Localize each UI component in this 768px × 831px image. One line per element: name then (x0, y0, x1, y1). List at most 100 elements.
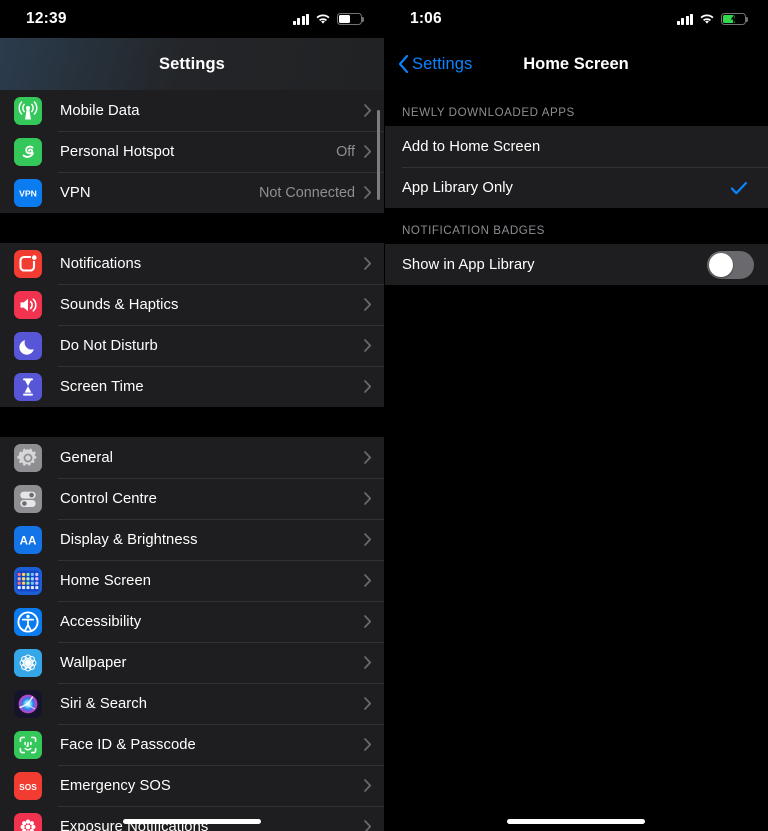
chevron-right-icon (364, 820, 372, 831)
display-brightness-icon: AA (14, 525, 42, 554)
settings-row-label: Home Screen (60, 572, 152, 589)
control-centre-icon (14, 484, 42, 513)
settings-row-emergency-sos[interactable]: SOS Emergency SOS (0, 765, 384, 806)
chevron-right-icon (364, 656, 372, 669)
left-status-time: 12:39 (26, 10, 67, 27)
settings-row-sounds-haptics[interactable]: Sounds & Haptics (0, 284, 384, 325)
settings-row-label: Wallpaper (60, 654, 127, 671)
wifi-icon (699, 13, 715, 25)
scroll-indicator[interactable] (377, 110, 380, 200)
right-status-icons (676, 13, 749, 25)
settings-row-label: Personal Hotspot (60, 143, 175, 160)
battery-icon (337, 13, 365, 25)
vpn-icon: VPN (14, 178, 42, 207)
settings-row-screen-time[interactable]: Screen Time (0, 366, 384, 407)
personal-hotspot-icon (14, 137, 42, 166)
chevron-right-icon (364, 451, 372, 464)
settings-row-mobile-data[interactable]: Mobile Data (0, 90, 384, 131)
section-header: NEWLY DOWNLOADED APPS (384, 90, 768, 126)
checkmark-icon (730, 181, 748, 194)
settings-row-wallpaper[interactable]: Wallpaper (0, 642, 384, 683)
settings-row-value: Off (336, 143, 355, 160)
svg-text:SOS: SOS (19, 781, 37, 791)
face-id-icon (14, 730, 42, 759)
emergency-sos-icon: SOS (14, 771, 42, 800)
option-row-label: App Library Only (402, 179, 514, 196)
settings-row-label: Emergency SOS (60, 777, 171, 794)
settings-row-label: General (60, 449, 113, 466)
sounds-haptics-icon (14, 290, 42, 319)
right-status-time: 1:06 (410, 10, 442, 27)
left-status-bar: 12:39 (0, 0, 384, 38)
chevron-right-icon (364, 697, 372, 710)
section-group: Add to Home Screen App Library Only (384, 126, 768, 208)
signal-bars-icon (292, 13, 309, 25)
battery-charging-icon (721, 13, 749, 25)
chevron-right-icon (364, 145, 372, 158)
settings-row-do-not-disturb[interactable]: Do Not Disturb (0, 325, 384, 366)
toggle-switch[interactable] (707, 250, 754, 279)
settings-row-home-screen[interactable]: Home Screen (0, 560, 384, 601)
settings-row-face-id-passcode[interactable]: Face ID & Passcode (0, 724, 384, 765)
settings-row-label: VPN (60, 184, 91, 201)
settings-row-label: Screen Time (60, 378, 144, 395)
chevron-right-icon (364, 257, 372, 270)
settings-row-control-centre[interactable]: Control Centre (0, 478, 384, 519)
left-nav-bar: Settings (0, 38, 384, 90)
charging-bolt-icon (730, 14, 737, 24)
settings-row-display-brightness[interactable]: AA Display & Brightness (0, 519, 384, 560)
panel-divider (384, 0, 385, 831)
right-status-bar: 1:06 (384, 0, 768, 38)
settings-row-personal-hotspot[interactable]: Personal Hotspot Off (0, 131, 384, 172)
option-row-label: Add to Home Screen (402, 138, 541, 155)
settings-row-vpn[interactable]: VPN VPN Not Connected (0, 172, 384, 213)
wallpaper-icon (14, 648, 42, 677)
settings-row-notifications[interactable]: Notifications (0, 243, 384, 284)
chevron-right-icon (364, 492, 372, 505)
settings-row-label: Sounds & Haptics (60, 296, 179, 313)
wifi-icon (315, 13, 331, 25)
screen-time-icon (14, 372, 42, 401)
chevron-right-icon (364, 574, 372, 587)
option-row-show-in-app-library[interactable]: Show in App Library (384, 244, 768, 285)
dual-screenshot: 12:39 Settings Mobile Data Personal Hots… (0, 0, 768, 831)
group-gap (0, 407, 384, 437)
settings-row-general[interactable]: General (0, 437, 384, 478)
chevron-right-icon (364, 339, 372, 352)
notifications-icon (14, 249, 42, 278)
chevron-left-icon (398, 55, 409, 73)
settings-row-accessibility[interactable]: Accessibility (0, 601, 384, 642)
settings-row-label: Do Not Disturb (60, 337, 158, 354)
do-not-disturb-icon (14, 331, 42, 360)
toggle-knob (709, 252, 733, 277)
accessibility-icon (14, 607, 42, 636)
settings-row-siri-search[interactable]: Siri & Search (0, 683, 384, 724)
chevron-right-icon (364, 779, 372, 792)
section-header: NOTIFICATION BADGES (384, 208, 768, 244)
settings-row-label: Face ID & Passcode (60, 736, 196, 753)
general-gear-icon (14, 443, 42, 472)
section-group: Show in App Library (384, 244, 768, 285)
settings-group: General Control Centre AA Display & Brigh… (0, 437, 384, 831)
page-title: Settings (159, 54, 225, 73)
settings-row-label: Control Centre (60, 490, 157, 507)
settings-row-label: Display & Brightness (60, 531, 198, 548)
chevron-right-icon (364, 615, 372, 628)
option-row-add-to-home-screen[interactable]: Add to Home Screen (384, 126, 768, 167)
settings-row-label: Accessibility (60, 613, 142, 630)
left-panel-settings: 12:39 Settings Mobile Data Personal Hots… (0, 0, 384, 831)
right-home-indicator (507, 819, 645, 824)
right-nav-bar: Settings Home Screen (384, 38, 768, 90)
chevron-right-icon (364, 738, 372, 751)
chevron-right-icon (364, 298, 372, 311)
settings-row-value: Not Connected (259, 184, 355, 201)
option-row-app-library-only[interactable]: App Library Only (384, 167, 768, 208)
settings-row-label: Notifications (60, 255, 142, 272)
svg-text:AA: AA (20, 534, 37, 547)
exposure-notifications-icon (14, 812, 42, 831)
settings-group: Notifications Sounds & Haptics Do Not Di… (0, 243, 384, 407)
home-screen-settings-list: NEWLY DOWNLOADED APPS Add to Home Screen A… (384, 90, 768, 285)
back-button[interactable]: Settings (398, 55, 472, 74)
settings-row-label: Mobile Data (60, 102, 140, 119)
option-row-label: Show in App Library (402, 256, 535, 273)
